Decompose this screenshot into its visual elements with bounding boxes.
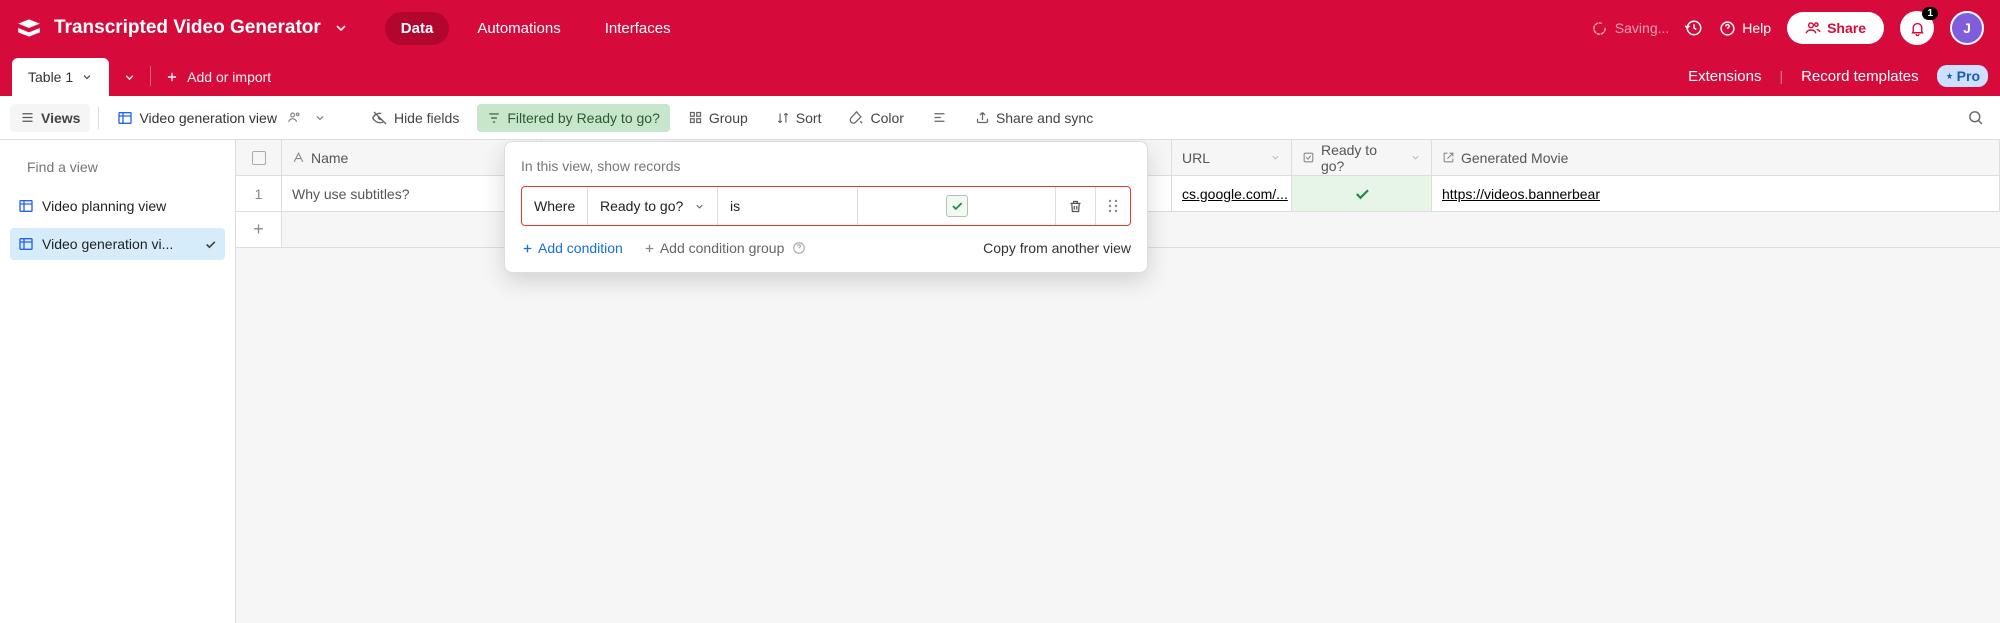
copy-from-view-button[interactable]: Copy from another view xyxy=(983,240,1131,256)
drag-handle[interactable] xyxy=(1096,187,1130,225)
column-label: Generated Movie xyxy=(1461,150,1568,166)
filter-operator-value: is xyxy=(730,198,740,214)
check-icon xyxy=(1353,185,1371,203)
data-grid: Name URL Ready to go? Generated Movie xyxy=(236,140,2000,623)
extensions-link[interactable]: Extensions xyxy=(1688,68,1761,85)
tab-data[interactable]: Data xyxy=(385,12,450,45)
table-tab-options[interactable] xyxy=(109,58,150,96)
add-row-button[interactable]: + xyxy=(236,212,282,247)
sidebar-item-label: Video generation vi... xyxy=(42,236,196,252)
color-button[interactable]: Color xyxy=(839,104,913,132)
cell-ready[interactable] xyxy=(1292,176,1432,211)
app-logo-icon xyxy=(16,15,42,41)
help-button[interactable]: Help xyxy=(1719,20,1771,37)
column-label: Name xyxy=(311,150,348,166)
avatar-initial: J xyxy=(1963,20,1971,36)
column-label: Ready to go? xyxy=(1321,142,1404,174)
pro-badge: Pro xyxy=(1937,65,1988,87)
cell-value: Why use subtitles? xyxy=(292,186,410,202)
view-search[interactable] xyxy=(10,150,225,184)
search-icon[interactable] xyxy=(1961,103,1990,132)
delete-condition-button[interactable] xyxy=(1056,187,1096,225)
column-header-url[interactable]: URL xyxy=(1172,140,1292,175)
help-label: Help xyxy=(1742,20,1771,36)
table-bar: Table 1 Add or import Extensions | Recor… xyxy=(0,56,2000,96)
sidebar-item-label: Video planning view xyxy=(42,198,217,214)
add-condition-group-button[interactable]: Add condition group xyxy=(643,240,807,256)
group-label: Group xyxy=(709,110,748,126)
filter-value-checkbox[interactable] xyxy=(946,195,968,217)
color-label: Color xyxy=(870,110,903,126)
record-templates-link[interactable]: Record templates xyxy=(1801,68,1919,85)
cell-generated[interactable]: https://videos.bannerbear xyxy=(1432,176,2000,211)
filter-value[interactable] xyxy=(858,187,1056,225)
share-sync-label: Share and sync xyxy=(996,110,1093,126)
row-number: 1 xyxy=(236,176,282,211)
filter-condition-row: Where Ready to go? is xyxy=(521,186,1131,226)
sidebar-view-item[interactable]: Video generation vi... xyxy=(10,228,225,260)
view-search-input[interactable] xyxy=(25,158,210,176)
view-name: Video generation view xyxy=(139,110,277,126)
bell-icon xyxy=(1909,20,1926,37)
people-icon xyxy=(287,110,302,125)
group-button[interactable]: Group xyxy=(678,104,758,132)
row-height-button[interactable] xyxy=(922,104,957,131)
table-tab[interactable]: Table 1 xyxy=(12,58,109,96)
column-header-name[interactable]: Name xyxy=(282,140,542,175)
add-condition-button[interactable]: Add condition xyxy=(521,240,623,256)
cell-value[interactable]: https://videos.bannerbear xyxy=(1442,186,1600,202)
current-view[interactable]: Video generation view xyxy=(107,104,336,132)
view-toolbar: Views Video generation view Hide fields … xyxy=(0,96,2000,140)
cell-url[interactable]: cs.google.com/... xyxy=(1172,176,1292,211)
views-sidebar: Video planning view Video generation vi.… xyxy=(0,140,236,623)
help-icon xyxy=(792,241,806,255)
share-button[interactable]: Share xyxy=(1787,12,1884,44)
tab-automations[interactable]: Automations xyxy=(461,12,576,45)
filter-button[interactable]: Filtered by Ready to go? xyxy=(477,104,670,132)
trash-icon xyxy=(1068,199,1083,214)
filter-popover: In this view, show records Where Ready t… xyxy=(504,141,1148,273)
hide-fields-button[interactable]: Hide fields xyxy=(362,104,469,132)
user-avatar[interactable]: J xyxy=(1950,11,1984,45)
pro-label: Pro xyxy=(1957,68,1980,84)
filter-header: In this view, show records xyxy=(521,158,1131,174)
app-header: Transcripted Video Generator Data Automa… xyxy=(0,0,2000,56)
views-button[interactable]: Views xyxy=(10,104,90,132)
views-label: Views xyxy=(41,110,80,126)
drag-icon xyxy=(1108,199,1118,213)
sort-button[interactable]: Sort xyxy=(766,104,832,132)
saving-indicator: Saving... xyxy=(1592,20,1669,36)
column-header-ready[interactable]: Ready to go? xyxy=(1292,140,1432,175)
where-label: Where xyxy=(522,187,588,225)
select-all-checkbox[interactable] xyxy=(236,140,282,175)
cell-name[interactable]: Why use subtitles? xyxy=(282,176,542,211)
saving-label: Saving... xyxy=(1615,20,1669,36)
add-or-import-label: Add or import xyxy=(187,69,271,85)
table-name: Table 1 xyxy=(28,69,73,85)
share-label: Share xyxy=(1827,20,1866,36)
chevron-down-icon[interactable] xyxy=(333,20,349,36)
add-group-label: Add condition group xyxy=(660,240,785,256)
notification-count: 1 xyxy=(1922,7,1938,20)
sort-label: Sort xyxy=(796,110,822,126)
filter-operator-select[interactable]: is xyxy=(718,187,858,225)
add-or-import-button[interactable]: Add or import xyxy=(151,58,285,96)
people-icon xyxy=(1805,20,1821,36)
tab-interfaces[interactable]: Interfaces xyxy=(589,12,687,45)
loading-icon xyxy=(1592,21,1607,36)
base-title[interactable]: Transcripted Video Generator xyxy=(54,17,321,39)
column-header-generated[interactable]: Generated Movie xyxy=(1432,140,2000,175)
notifications-button[interactable]: 1 xyxy=(1900,11,1934,45)
add-condition-label: Add condition xyxy=(538,240,623,256)
history-icon[interactable] xyxy=(1685,19,1703,37)
share-sync-button[interactable]: Share and sync xyxy=(965,104,1103,132)
column-label: URL xyxy=(1182,150,1210,166)
hide-fields-label: Hide fields xyxy=(394,110,459,126)
filter-field-select[interactable]: Ready to go? xyxy=(588,187,718,225)
help-icon xyxy=(1719,20,1736,37)
cell-value[interactable]: cs.google.com/... xyxy=(1182,186,1288,202)
filter-label: Filtered by Ready to go? xyxy=(507,110,660,126)
filter-field-value: Ready to go? xyxy=(600,198,683,214)
sidebar-view-item[interactable]: Video planning view xyxy=(10,190,225,222)
